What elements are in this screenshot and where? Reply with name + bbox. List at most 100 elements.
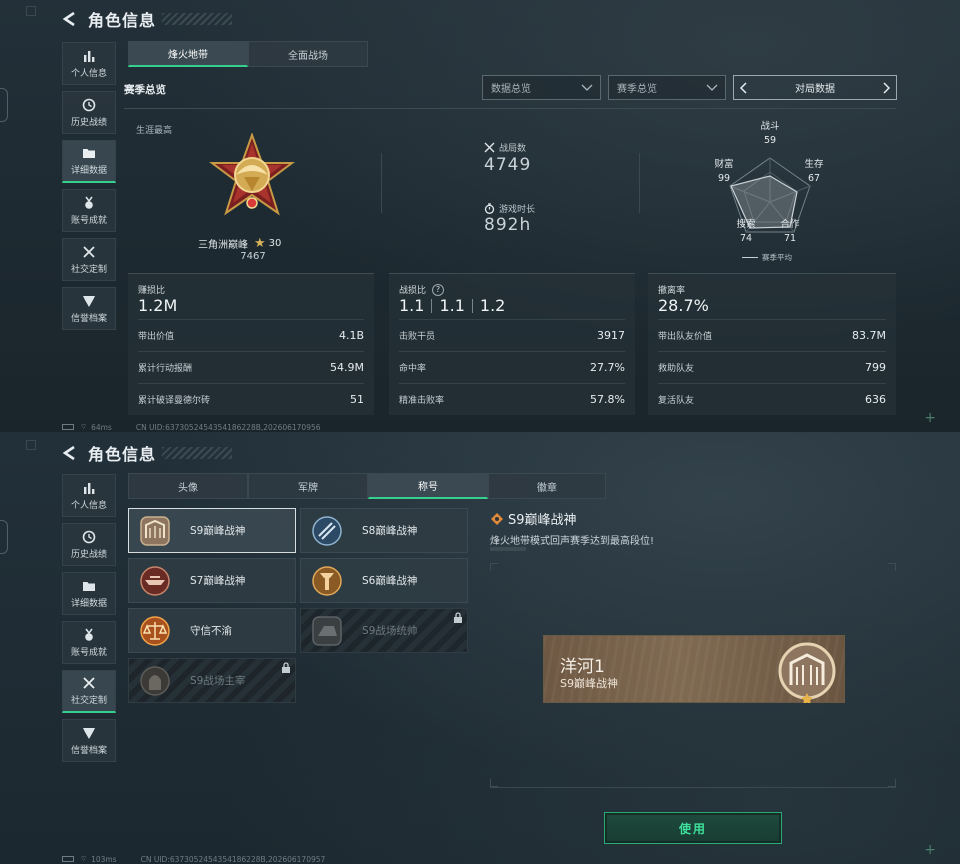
medal-icon	[85, 196, 93, 209]
title-name: 守信不渝	[190, 625, 232, 637]
sidebar-item-label: 信誉档案	[70, 313, 107, 324]
tab-hazard-zone[interactable]: 烽火地带	[128, 41, 248, 67]
s8-peak-emblem-icon	[312, 515, 342, 546]
tools-icon	[83, 245, 95, 258]
title-item-s9-peak[interactable]: S9巅峰战神	[128, 508, 296, 553]
sidebar-item-detailed-data[interactable]: 详细数据	[62, 572, 116, 615]
sidebar-item-achievements[interactable]: 账号成就	[62, 189, 116, 232]
preview-divider	[490, 787, 896, 788]
corner-mark	[26, 6, 36, 16]
s6-peak-emblem-icon	[312, 565, 342, 596]
row-value: 57.8%	[590, 393, 625, 406]
s7-peak-emblem-icon	[140, 565, 170, 596]
chevron-left-icon[interactable]	[738, 81, 750, 94]
title-item-keep-promise[interactable]: 守信不渝	[128, 608, 296, 653]
stat-row: 击败干员 3917	[399, 319, 625, 351]
radar-axis-value: 99	[717, 173, 731, 184]
row-value: 83.7M	[852, 329, 886, 342]
side-handle[interactable]	[0, 520, 8, 554]
radar-axis-value: 67	[807, 173, 821, 184]
rank-badge-icon	[209, 133, 295, 216]
stat-row: 救助队友 799	[658, 351, 886, 383]
radar-axis-name: 战斗	[760, 121, 780, 132]
sidebar-item-achievements[interactable]: 账号成就	[62, 621, 116, 664]
radar-axis-name: 生存	[804, 159, 824, 170]
rank-score: 7467	[240, 251, 266, 262]
wifi-icon: ⌔	[80, 422, 88, 431]
battery-icon	[62, 424, 74, 430]
radar-axis-wealth: 财富 99	[708, 158, 740, 186]
bar-chart-icon	[84, 50, 95, 62]
radar-axis-value: 59	[763, 135, 777, 146]
page-title: 角色信息	[88, 11, 157, 30]
career-best-label: 生涯最高	[136, 126, 173, 136]
tab-title[interactable]: 称号	[368, 473, 488, 499]
sidebar-item-personal-info[interactable]: 个人信息	[62, 474, 116, 517]
sidebar-item-personal-info[interactable]: 个人信息	[62, 42, 116, 85]
playtime-value: 892h	[484, 215, 532, 235]
detail-divider	[490, 547, 526, 551]
title-name: S9战场主宰	[190, 675, 246, 687]
data-overview-dropdown[interactable]: 数据总览	[482, 75, 601, 100]
tab-dog-tag[interactable]: 军牌	[248, 473, 368, 499]
sidebar-item-social-custom[interactable]: 社交定制	[62, 670, 116, 713]
row-label: 精准击败率	[399, 396, 445, 406]
value-divider	[431, 298, 433, 313]
radar-axis-combat: 战斗 59	[754, 120, 786, 148]
ping-value: 103ms	[91, 854, 117, 864]
stats-panel: 角色信息 个人信息 历史战绩 详细数据 账号成就 社交定制 信誉档案 烽火地带	[0, 0, 960, 432]
sidebar-item-reputation[interactable]: 信誉档案	[62, 287, 116, 330]
title-item-s9-dominator[interactable]: S9战场主宰	[128, 658, 296, 703]
help-icon[interactable]: ?	[432, 283, 445, 296]
stopwatch-icon	[484, 203, 495, 214]
title-item-s9-commander[interactable]: S9战场统帅	[300, 608, 468, 653]
lock-icon	[454, 612, 462, 623]
chevron-down-icon	[581, 84, 593, 91]
lock-icon	[282, 662, 290, 673]
card-label-row: 战损比?	[399, 283, 445, 296]
pager-label: 对局数据	[795, 84, 835, 95]
stat-row: 复活队友 636	[658, 383, 886, 415]
sidebar-item-social-custom[interactable]: 社交定制	[62, 238, 116, 281]
radar-axis-value: 71	[783, 233, 797, 244]
page-title: 角色信息	[88, 445, 157, 464]
stat-row: 精准击败率 57.8%	[399, 383, 625, 415]
match-data-pager: 对局数据	[733, 75, 897, 100]
uid-text: CN UID:6373052454354186228B,202606170956	[135, 422, 321, 432]
title-item-s7-peak[interactable]: S7巅峰战神	[128, 558, 296, 603]
tab-full-war[interactable]: 全面战场	[248, 41, 368, 67]
page-header: 角色信息	[62, 8, 233, 30]
s9-peak-emblem-icon	[778, 642, 836, 703]
medal-icon	[85, 628, 93, 641]
status-bar: ⌔ 103ms CN UID:6373052454354186228B,2026…	[62, 854, 325, 864]
extraction-rate-card: 撤离率 28.7% 带出队友价值 83.7M 救助队友 799 复活队友 636	[648, 273, 896, 415]
title-item-s6-peak[interactable]: S6巅峰战神	[300, 558, 468, 603]
title-name: S9巅峰战神	[190, 525, 246, 537]
title-item-s8-peak[interactable]: S8巅峰战神	[300, 508, 468, 553]
back-icon[interactable]	[62, 445, 78, 461]
tab-badge[interactable]: 徽章	[488, 473, 606, 499]
sidebar-item-reputation[interactable]: 信誉档案	[62, 719, 116, 762]
custom-tabs: 头像 军牌 称号 徽章	[128, 473, 606, 499]
sidebar-item-history[interactable]: 历史战绩	[62, 91, 116, 134]
sidebar-item-label: 个人信息	[70, 500, 107, 511]
playtime-label-row: 游戏时长	[484, 202, 535, 215]
tab-avatar[interactable]: 头像	[128, 473, 248, 499]
sidebar-item-detailed-data[interactable]: 详细数据	[62, 140, 116, 183]
row-value: 799	[865, 361, 886, 374]
nameplate-preview: 洋河1 S9巅峰战神	[543, 635, 845, 703]
star-icon: ★	[254, 236, 266, 251]
side-handle[interactable]	[0, 88, 8, 122]
s9-peak-emblem-icon	[140, 515, 170, 546]
radar-legend: 赛季平均	[742, 252, 792, 263]
tools-icon	[83, 677, 95, 689]
use-button[interactable]: 使用	[604, 812, 782, 844]
back-icon[interactable]	[62, 11, 78, 27]
kd-ratio-card: 战损比? 1.1 1.1 1.2 击败干员 3917 命中率 27.7% 精准击败率…	[389, 273, 635, 415]
radar-axis-name: 财富	[714, 159, 734, 170]
chevron-right-icon[interactable]	[880, 81, 892, 94]
season-overview-dropdown[interactable]: 赛季总览	[608, 75, 726, 100]
radar-axis-name: 搜索	[736, 219, 756, 230]
sidebar-item-history[interactable]: 历史战绩	[62, 523, 116, 566]
column-divider	[639, 153, 640, 213]
